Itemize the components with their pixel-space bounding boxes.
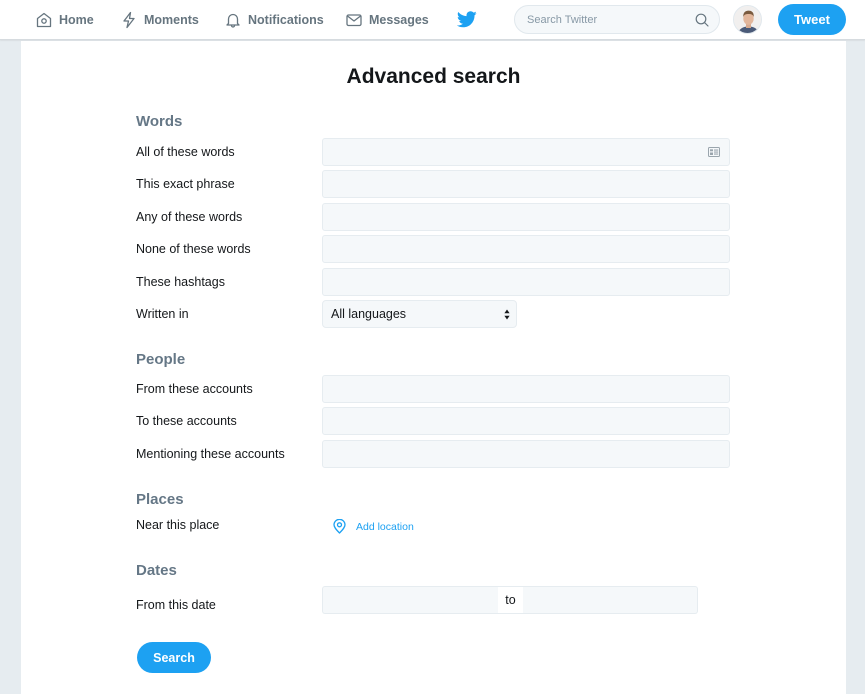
these-hashtags-field — [322, 268, 730, 296]
to-these-accounts-field — [322, 407, 730, 435]
label-all-of-these-words: All of these words — [136, 145, 235, 159]
date-separator: to — [498, 586, 523, 614]
any-of-these-words-field — [322, 203, 730, 231]
label-none-of-these-words: None of these words — [136, 242, 251, 256]
bell-icon — [226, 13, 240, 28]
to-these-accounts-input[interactable] — [323, 408, 729, 434]
to-date-field — [523, 586, 698, 614]
from-date-field — [322, 586, 498, 614]
updown-arrows-icon — [504, 309, 510, 320]
these-hashtags-input[interactable] — [323, 269, 729, 295]
nav-home-label: Home — [59, 13, 94, 27]
nav-messages[interactable]: Messages — [345, 0, 429, 40]
label-from-these-accounts: From these accounts — [136, 382, 253, 396]
label-mentioning-these-accounts: Mentioning these accounts — [136, 447, 285, 461]
envelope-icon — [346, 14, 362, 27]
nav-moments[interactable]: Moments — [120, 0, 199, 40]
all-of-these-words-field — [322, 138, 730, 166]
section-title-places: Places — [136, 491, 184, 508]
contact-card-icon[interactable] — [708, 147, 720, 157]
language-select[interactable]: All languages — [322, 300, 517, 328]
language-select-value: All languages — [331, 307, 407, 321]
date-range: to — [322, 586, 698, 614]
from-these-accounts-input[interactable] — [323, 376, 729, 402]
this-exact-phrase-input[interactable] — [323, 171, 729, 197]
this-exact-phrase-field — [322, 170, 730, 198]
top-navigation-bar: Home Moments Notifications Messages Sear… — [0, 0, 865, 40]
magnifier-icon[interactable] — [695, 13, 709, 27]
nav-moments-label: Moments — [144, 13, 199, 27]
search-twitter-input[interactable] — [515, 6, 719, 33]
nav-notifications[interactable]: Notifications — [224, 0, 324, 40]
avatar-image — [734, 6, 761, 33]
label-to-these-accounts: To these accounts — [136, 414, 237, 428]
section-title-words: Words — [136, 113, 183, 130]
mentioning-these-accounts-field — [322, 440, 730, 468]
from-these-accounts-field — [322, 375, 730, 403]
add-location-label: Add location — [356, 520, 414, 533]
search-twitter — [514, 5, 720, 34]
page-title: Advanced search — [346, 65, 521, 88]
label-from-this-date: From this date — [136, 598, 216, 612]
twitter-bird-icon[interactable] — [457, 11, 477, 28]
mentioning-these-accounts-input[interactable] — [323, 441, 729, 467]
nav-notifications-label: Notifications — [248, 13, 324, 27]
home-icon — [36, 12, 52, 28]
all-of-these-words-input[interactable] — [323, 139, 729, 165]
none-of-these-words-field — [322, 235, 730, 263]
section-title-dates: Dates — [136, 562, 177, 579]
add-location-link[interactable]: Add location — [333, 519, 414, 534]
from-date-input[interactable] — [323, 587, 498, 613]
section-title-people: People — [136, 351, 186, 368]
label-written-in: Written in — [136, 307, 189, 321]
advanced-search-card: Advanced search Words All of these words… — [21, 41, 846, 694]
none-of-these-words-input[interactable] — [323, 236, 729, 262]
search-button[interactable]: Search — [137, 642, 211, 673]
nav-home[interactable]: Home — [35, 0, 94, 40]
location-pin-icon — [333, 519, 346, 534]
any-of-these-words-input[interactable] — [323, 204, 729, 230]
nav-messages-label: Messages — [369, 13, 429, 27]
label-these-hashtags: These hashtags — [136, 275, 225, 289]
user-avatar[interactable] — [733, 5, 762, 34]
tweet-button[interactable]: Tweet — [778, 4, 846, 35]
label-any-of-these-words: Any of these words — [136, 210, 243, 224]
lightning-icon — [123, 11, 135, 29]
label-near-this-place: Near this place — [136, 518, 220, 532]
label-this-exact-phrase: This exact phrase — [136, 177, 235, 191]
to-date-input[interactable] — [523, 587, 697, 613]
